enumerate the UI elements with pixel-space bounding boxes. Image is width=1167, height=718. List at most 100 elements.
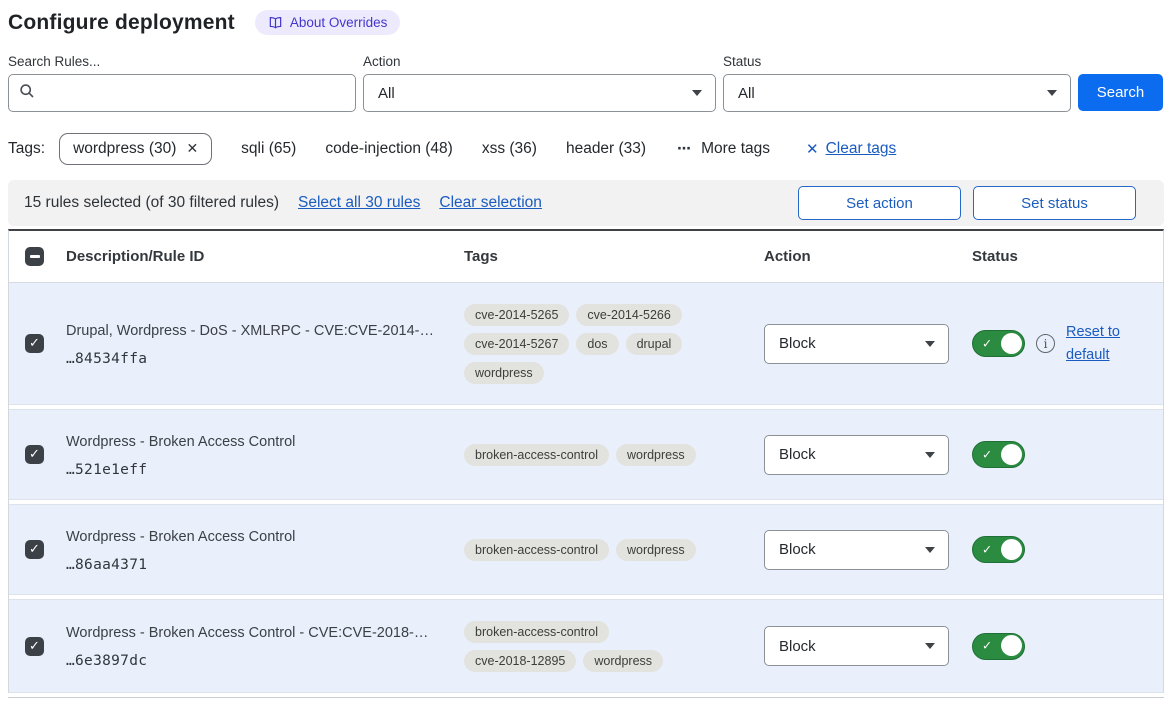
rule-status-cell: ✓ i Reset to default <box>972 321 1163 367</box>
rule-row: ✓ Wordpress - Broken Access Control - CV… <box>9 599 1163 693</box>
action-filter-label: Action <box>363 54 716 69</box>
bulk-action-buttons: Set action Set status <box>798 186 1136 220</box>
rule-description: Wordpress - Broken Access Control <box>66 527 440 548</box>
search-rules-field: Search Rules... <box>8 54 356 112</box>
toggle-knob <box>1001 444 1022 465</box>
more-tags-label: More tags <box>701 140 770 158</box>
search-button[interactable]: Search <box>1078 74 1163 111</box>
toggle-knob <box>1001 635 1022 656</box>
tag-pill: broken-access-control <box>464 621 609 643</box>
status-toggle-on[interactable]: ✓ <box>972 330 1025 357</box>
clear-selection-link[interactable]: Clear selection <box>439 194 542 212</box>
tag-option-sqli[interactable]: sqli (65) <box>241 140 296 158</box>
rule-id: …521e1eff <box>66 462 440 478</box>
set-action-button[interactable]: Set action <box>798 186 961 220</box>
configure-deployment-page: Configure deployment About Overrides Sea… <box>0 0 1167 698</box>
rule-status-cell: ✓ <box>972 633 1163 660</box>
rules-table: Description/Rule ID Tags Action Status ✓… <box>8 229 1164 693</box>
rule-action-select[interactable]: Block <box>764 626 949 666</box>
more-tags-button[interactable]: ⋯ More tags <box>677 140 770 158</box>
selection-bar: 15 rules selected (of 30 filtered rules)… <box>8 180 1164 226</box>
status-toggle-on[interactable]: ✓ <box>972 633 1025 660</box>
ellipsis-icon: ⋯ <box>677 141 692 157</box>
rule-action-value: Block <box>779 446 816 463</box>
search-icon <box>19 83 35 104</box>
tag-pill: broken-access-control <box>464 444 609 466</box>
action-filter-value: All <box>378 85 395 102</box>
tag-option-header[interactable]: header (33) <box>566 140 646 158</box>
tags-label: Tags: <box>8 140 45 158</box>
rule-tags-cell: broken-access-control cve-2018-12895 wor… <box>464 621 764 672</box>
set-status-button[interactable]: Set status <box>973 186 1136 220</box>
table-bottom-divider <box>8 697 1164 698</box>
page-header: Configure deployment About Overrides <box>8 10 1164 35</box>
rule-action-select[interactable]: Block <box>764 324 949 364</box>
tag-option-code-injection[interactable]: code-injection (48) <box>325 140 453 158</box>
tag-pill: cve-2018-12895 <box>464 650 576 672</box>
filters-bar: Search Rules... Action All Status All <box>8 54 1164 112</box>
rule-action-cell: Block <box>764 530 972 570</box>
rule-status-cell: ✓ <box>972 536 1163 563</box>
rule-id: …84534ffa <box>66 351 440 367</box>
check-icon: ✓ <box>982 542 992 556</box>
tags-bar: Tags: wordpress (30) ✕ sqli (65) code-in… <box>8 133 1164 165</box>
remove-tag-icon[interactable]: ✕ <box>186 141 198 157</box>
rule-description: Wordpress - Broken Access Control - CVE:… <box>66 623 440 644</box>
chevron-down-icon <box>925 643 935 649</box>
column-header-description: Description/Rule ID <box>66 248 464 265</box>
rule-description: Wordpress - Broken Access Control <box>66 432 440 453</box>
rule-description-cell: Drupal, Wordpress - DoS - XMLRPC - CVE:C… <box>66 321 464 367</box>
rule-row: ✓ Drupal, Wordpress - DoS - XMLRPC - CVE… <box>9 283 1163 405</box>
tag-option-xss[interactable]: xss (36) <box>482 140 537 158</box>
rule-description-cell: Wordpress - Broken Access Control …86aa4… <box>66 527 464 573</box>
row-checkbox-checked[interactable]: ✓ <box>25 334 44 353</box>
column-header-tags: Tags <box>464 248 764 265</box>
rule-row: ✓ Wordpress - Broken Access Control …521… <box>9 409 1163 500</box>
action-filter-select[interactable]: All <box>363 74 716 112</box>
chevron-down-icon <box>925 547 935 553</box>
tag-pill: drupal <box>626 333 683 355</box>
select-all-link[interactable]: Select all 30 rules <box>298 194 420 212</box>
rule-action-cell: Block <box>764 435 972 475</box>
rule-action-select[interactable]: Block <box>764 530 949 570</box>
clear-tags-button[interactable]: ✕ Clear tags <box>806 140 896 158</box>
status-toggle-on[interactable]: ✓ <box>972 536 1025 563</box>
rule-tags-cell: broken-access-control wordpress <box>464 539 764 561</box>
chevron-down-icon <box>925 452 935 458</box>
status-filter-label: Status <box>723 54 1071 69</box>
rule-action-value: Block <box>779 638 816 655</box>
rule-id: …86aa4371 <box>66 557 440 573</box>
rule-action-value: Block <box>779 541 816 558</box>
rule-row: ✓ Wordpress - Broken Access Control …86a… <box>9 504 1163 595</box>
toggle-knob <box>1001 333 1022 354</box>
row-checkbox-cell: ✓ <box>9 540 66 559</box>
tag-pill: wordpress <box>464 362 544 384</box>
clear-icon: ✕ <box>806 140 819 158</box>
row-checkbox-cell: ✓ <box>9 445 66 464</box>
tag-pill: cve-2014-5266 <box>576 304 681 326</box>
clear-tags-label: Clear tags <box>826 140 897 158</box>
row-checkbox-checked[interactable]: ✓ <box>25 445 44 464</box>
row-checkbox-checked[interactable]: ✓ <box>25 540 44 559</box>
row-checkbox-checked[interactable]: ✓ <box>25 637 44 656</box>
select-all-checkbox-indeterminate[interactable] <box>25 247 44 266</box>
chevron-down-icon <box>1047 90 1057 96</box>
page-title: Configure deployment <box>8 11 235 35</box>
about-overrides-badge[interactable]: About Overrides <box>255 10 401 35</box>
search-rules-input[interactable] <box>43 85 345 102</box>
rule-action-cell: Block <box>764 324 972 364</box>
header-checkbox-cell <box>9 247 66 266</box>
selected-tag-wordpress[interactable]: wordpress (30) ✕ <box>59 133 212 165</box>
status-toggle-on[interactable]: ✓ <box>972 441 1025 468</box>
status-filter-field: Status All <box>723 54 1071 112</box>
row-checkbox-cell: ✓ <box>9 334 66 353</box>
reset-to-default-link[interactable]: Reset to default <box>1066 321 1130 367</box>
rule-action-select[interactable]: Block <box>764 435 949 475</box>
check-icon: ✓ <box>982 336 992 350</box>
chevron-down-icon <box>692 90 702 96</box>
rule-status-cell: ✓ <box>972 441 1163 468</box>
status-filter-select[interactable]: All <box>723 74 1071 112</box>
check-icon: ✓ <box>982 447 992 461</box>
info-icon[interactable]: i <box>1036 334 1055 353</box>
check-icon: ✓ <box>982 639 992 653</box>
